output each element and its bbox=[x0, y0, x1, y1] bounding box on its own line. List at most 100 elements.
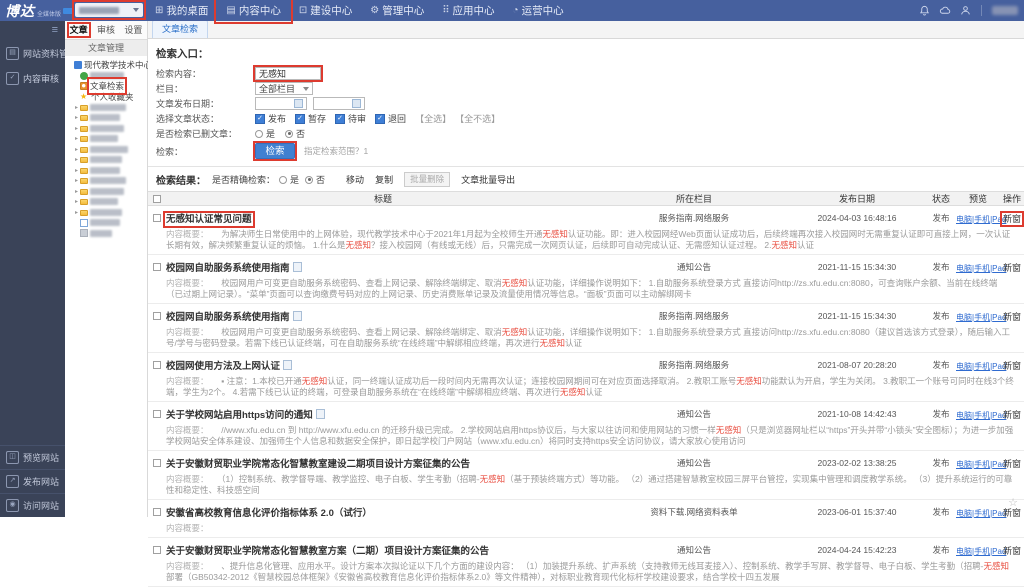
tree-folder-node[interactable]: ▸ bbox=[67, 207, 145, 218]
menu-item-content-center[interactable]: ▤内容中心 bbox=[217, 0, 289, 21]
redacted-username[interactable] bbox=[992, 6, 1018, 15]
preview-link[interactable]: 电脑 bbox=[956, 264, 972, 273]
move-button[interactable]: 移动 bbox=[346, 173, 364, 186]
article-title-link[interactable]: 校园网自助服务系统使用指南 bbox=[166, 263, 290, 274]
article-title-link[interactable]: 安徽省高校教育信息化评价指标体系 2.0（试行） bbox=[166, 508, 372, 519]
checkbox-checked-icon[interactable]: ✓ bbox=[295, 114, 305, 124]
deleted-yes-radio[interactable] bbox=[255, 130, 263, 138]
tree-folder-node[interactable]: ▸ bbox=[67, 186, 145, 197]
row-checkbox[interactable] bbox=[153, 410, 161, 418]
row-checkbox[interactable] bbox=[153, 361, 161, 369]
preview-link[interactable]: 电脑 bbox=[956, 313, 972, 322]
tree-favorites-node[interactable]: ★个人收藏夹 bbox=[67, 92, 145, 103]
search-content-input[interactable]: 无感知 bbox=[255, 67, 321, 80]
preview-link[interactable]: 手机 bbox=[974, 547, 990, 556]
checkbox-checked-icon[interactable]: ✓ bbox=[255, 114, 265, 124]
checkbox-checked-icon[interactable]: ✓ bbox=[375, 114, 385, 124]
row-checkbox[interactable] bbox=[153, 508, 161, 516]
preview-link[interactable]: 手机 bbox=[974, 460, 990, 469]
article-title-link[interactable]: 校园网使用方法及上网认证 bbox=[166, 361, 280, 372]
ops-icon: ◔ bbox=[513, 5, 519, 16]
preview-link[interactable]: 电脑 bbox=[956, 411, 972, 420]
tree-root-site-node[interactable]: 现代教学技术中心 bbox=[67, 60, 145, 71]
menu-item-my-desktop[interactable]: ⊞我的桌面 bbox=[146, 0, 217, 21]
open-new-window-link[interactable]: 新窗 bbox=[1003, 214, 1021, 224]
tab-audit[interactable]: 审核 bbox=[92, 21, 119, 39]
open-new-window-link[interactable]: 新窗 bbox=[1003, 546, 1021, 556]
tree-recycle-node[interactable] bbox=[67, 228, 145, 239]
tree-doc-node[interactable] bbox=[67, 218, 145, 229]
menu-item-app-center[interactable]: ⠿应用中心 bbox=[433, 0, 503, 21]
tree-folder-node[interactable]: ▸ bbox=[67, 134, 145, 145]
table-header: 标题 所在栏目 发布日期 状态 预览 操作 bbox=[148, 191, 1024, 206]
calendar-icon[interactable] bbox=[294, 99, 303, 108]
preview-link[interactable]: 手机 bbox=[974, 264, 990, 273]
preview-link[interactable]: 电脑 bbox=[956, 362, 972, 371]
row-checkbox[interactable] bbox=[153, 459, 161, 467]
date-to-input[interactable] bbox=[313, 97, 365, 110]
calendar-icon[interactable] bbox=[352, 99, 361, 108]
summary-text: ▪ 注意：1.本校已开通 bbox=[204, 376, 301, 386]
select-all-checkbox[interactable] bbox=[153, 195, 161, 203]
collapse-sidebar-icon[interactable]: ≡ bbox=[52, 24, 58, 36]
article-title-link[interactable]: 关于安徽财贸职业学院常态化智慧教室建设二期项目设计方案征集的公告 bbox=[166, 459, 470, 470]
preview-link[interactable]: 电脑 bbox=[956, 547, 972, 556]
row-checkbox[interactable] bbox=[153, 214, 161, 222]
preview-link[interactable]: 手机 bbox=[974, 313, 990, 322]
tree-folder-node[interactable]: ▸ bbox=[67, 102, 145, 113]
select-all-link[interactable]: 【全不选】 bbox=[455, 112, 500, 125]
tree-folder-node[interactable]: ▸ bbox=[67, 165, 145, 176]
tree-folder-node[interactable]: ▸ bbox=[67, 197, 145, 208]
article-title-link[interactable]: 无感知认证常见问题 bbox=[166, 214, 252, 225]
menu-item-management-center[interactable]: ⚙管理中心 bbox=[361, 0, 433, 21]
precise-no-radio[interactable] bbox=[305, 176, 313, 184]
tab-settings[interactable]: 设置 bbox=[120, 21, 147, 39]
preview-link[interactable]: 电脑 bbox=[956, 460, 972, 469]
precise-yes-label: 是 bbox=[290, 173, 299, 186]
tab-article[interactable]: 文章 bbox=[65, 21, 92, 39]
search-button[interactable]: 检索 bbox=[255, 143, 295, 159]
sidebar-item-publish-site[interactable]: ↗发布网站 bbox=[0, 469, 65, 493]
row-checkbox[interactable] bbox=[153, 312, 161, 320]
favorite-star-icon[interactable]: ☆ bbox=[1008, 496, 1018, 509]
open-new-window-link[interactable]: 新窗 bbox=[1003, 263, 1021, 273]
article-title-link[interactable]: 关于安徽财贸职业学院常态化智慧教室方案（二期）项目设计方案征集的公告 bbox=[166, 546, 489, 557]
sidebar-item-preview-site[interactable]: ◫预览网站 bbox=[0, 445, 65, 469]
batch-export-button[interactable]: 文章批量导出 bbox=[461, 173, 515, 186]
preview-link[interactable]: 手机 bbox=[974, 411, 990, 420]
sidebar-item-site-material-management[interactable]: ▤网站资料管理 bbox=[0, 41, 65, 66]
tab-article-search[interactable]: 文章检索 bbox=[152, 20, 208, 38]
open-new-window-link[interactable]: 新窗 bbox=[1003, 361, 1021, 371]
preview-link[interactable]: 电脑 bbox=[956, 215, 972, 224]
date-from-input[interactable] bbox=[255, 97, 307, 110]
sidebar-item-content-audit[interactable]: ✓内容审核 bbox=[0, 66, 65, 91]
bell-icon[interactable] bbox=[919, 5, 930, 16]
summary-text: 无感知 bbox=[480, 474, 506, 484]
menu-item-construction-center[interactable]: ⊡建设中心 bbox=[290, 0, 361, 21]
cloud-icon[interactable] bbox=[939, 5, 951, 16]
tree-folder-node[interactable]: ▸ bbox=[67, 144, 145, 155]
row-checkbox[interactable] bbox=[153, 546, 161, 554]
sidebar-item-visit-site[interactable]: ◉访问网站 bbox=[0, 493, 65, 517]
tree-folder-node[interactable]: ▸ bbox=[67, 123, 145, 134]
open-new-window-link[interactable]: 新窗 bbox=[1003, 312, 1021, 322]
row-checkbox[interactable] bbox=[153, 263, 161, 271]
open-new-window-link[interactable]: 新窗 bbox=[1003, 459, 1021, 469]
tree-folder-node[interactable]: ▸ bbox=[67, 113, 145, 124]
copy-button[interactable]: 复制 bbox=[375, 173, 393, 186]
site-selector-dropdown[interactable] bbox=[75, 3, 143, 17]
checkbox-checked-icon[interactable]: ✓ bbox=[335, 114, 345, 124]
article-title-link[interactable]: 校园网自助服务系统使用指南 bbox=[166, 312, 290, 323]
deleted-no-radio[interactable] bbox=[285, 130, 293, 138]
column-select[interactable]: 全部栏目 bbox=[255, 82, 313, 95]
preview-link[interactable]: 手机 bbox=[974, 215, 990, 224]
precise-yes-radio[interactable] bbox=[279, 176, 287, 184]
preview-link[interactable]: 手机 bbox=[974, 362, 990, 371]
open-new-window-link[interactable]: 新窗 bbox=[1003, 410, 1021, 420]
select-all-link[interactable]: 【全选】 bbox=[415, 112, 451, 125]
tree-folder-node[interactable]: ▸ bbox=[67, 176, 145, 187]
menu-item-operation-center[interactable]: ◔运营中心 bbox=[504, 0, 573, 21]
tree-folder-node[interactable]: ▸ bbox=[67, 155, 145, 166]
article-title-link[interactable]: 关于学校网站启用https访问的通知 bbox=[166, 410, 313, 421]
user-icon[interactable] bbox=[960, 5, 971, 16]
